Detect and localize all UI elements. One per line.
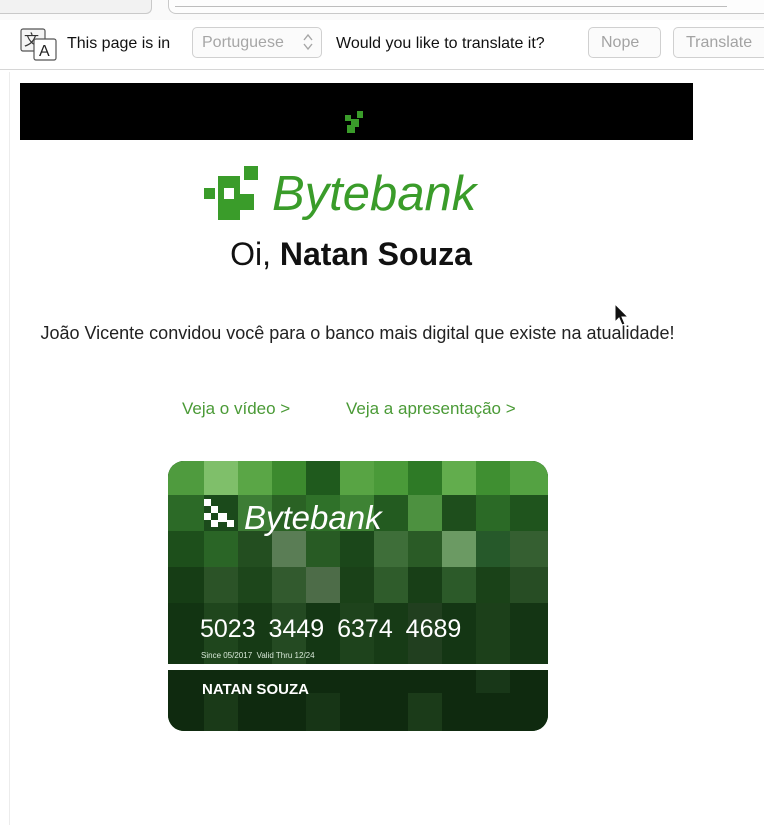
brand-name: Bytebank <box>272 167 477 221</box>
bytebank-logo-icon <box>204 166 258 220</box>
card-dates: Since 05/2017 Valid Thru 12/24 <box>201 651 315 660</box>
greeting-prefix: Oi, <box>230 236 271 272</box>
brand-logo: Bytebank <box>204 164 504 228</box>
svg-text:A: A <box>39 43 50 60</box>
card-holder-name: NATAN SOUZA <box>202 681 309 698</box>
language-select[interactable]: Portuguese <box>192 27 322 58</box>
presentation-link[interactable]: Veja a apresentação > <box>346 399 516 419</box>
translate-icon: 文 A <box>20 28 57 61</box>
card-stripe <box>168 664 548 670</box>
video-link[interactable]: Veja o vídeo > <box>182 399 290 419</box>
tab-divider <box>175 6 727 7</box>
card-since: Since 05/2017 <box>201 651 253 660</box>
page-edge <box>9 72 10 825</box>
card-number: 5023 3449 6374 4689 <box>200 615 462 643</box>
nope-button[interactable]: Nope <box>588 27 661 58</box>
card-valid-thru: Valid Thru 12/24 <box>256 651 315 660</box>
invite-text: João Vicente convidou você para o banco … <box>40 323 675 343</box>
greeting: Oi, Natan Souza <box>0 236 702 273</box>
translate-prefix: This page is in <box>67 35 171 52</box>
translate-bar: 文 A This page is in Portuguese Would you… <box>0 22 764 70</box>
card-logo-icon <box>204 499 234 527</box>
card-brand-name: Bytebank <box>244 499 382 536</box>
browser-tab-strip <box>0 0 764 20</box>
browser-tab-active[interactable] <box>168 0 764 14</box>
chevron-up-down-icon <box>303 33 313 51</box>
language-select-value: Portuguese <box>202 34 284 51</box>
mouse-cursor-icon <box>614 303 630 326</box>
translate-button[interactable]: Translate <box>673 27 764 58</box>
credit-card: Bytebank 5023 3449 6374 4689 Since 05/20… <box>168 461 548 731</box>
translate-question: Would you like to translate it? <box>336 35 545 52</box>
greeting-name: Natan Souza <box>279 236 472 272</box>
bytebank-logo-icon <box>345 111 363 133</box>
browser-tab[interactable] <box>0 0 152 14</box>
header-banner <box>20 83 693 140</box>
